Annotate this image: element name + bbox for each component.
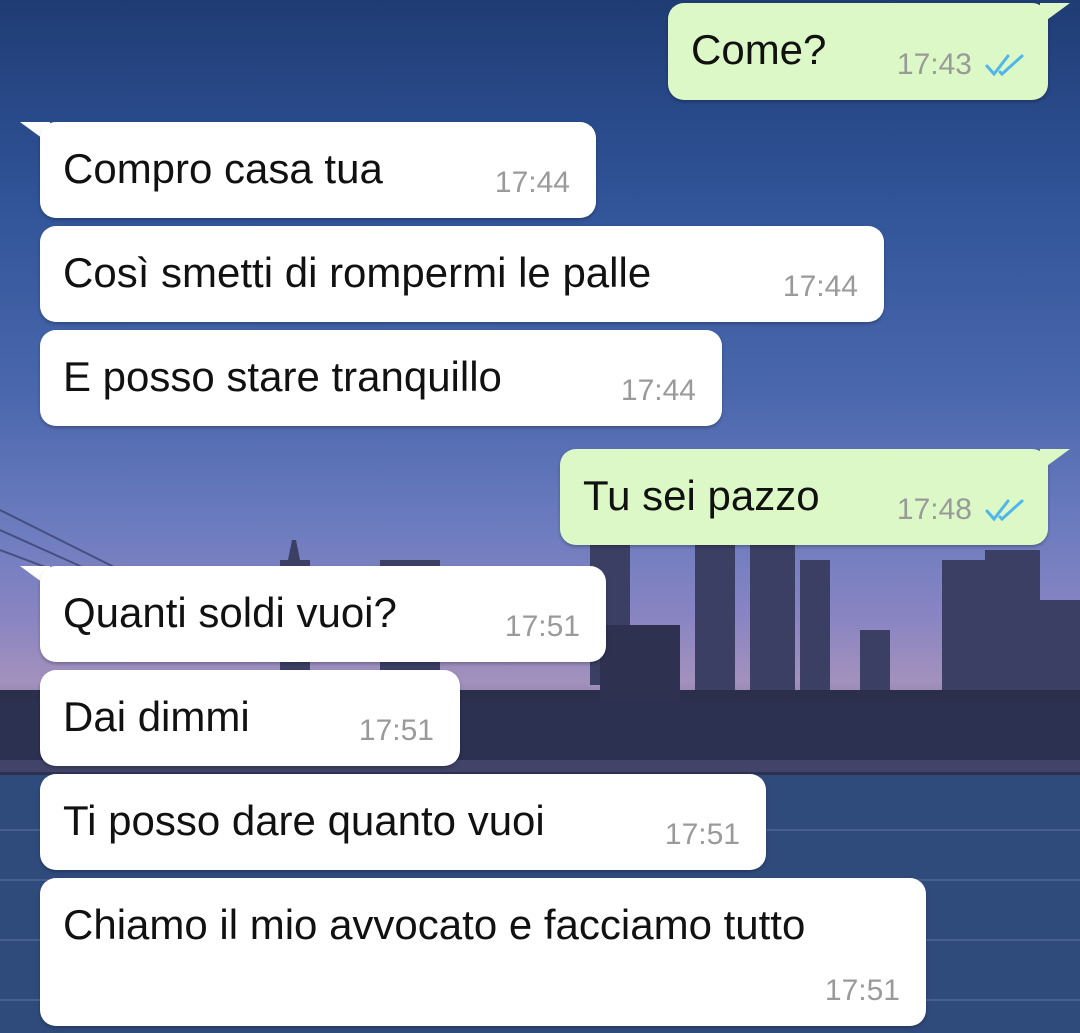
message-timestamp: 17:51 <box>824 974 900 1007</box>
message-text: E posso stare tranquillo <box>63 353 502 400</box>
message-text: Dai dimmi <box>63 693 250 740</box>
message-bubble-incoming[interactable]: Compro casa tua 17:44 <box>40 122 596 218</box>
message-timestamp: 17:51 <box>358 714 434 747</box>
message-timestamp: 17:51 <box>664 818 740 851</box>
message-text: Ti posso dare quanto vuoi <box>63 797 545 844</box>
message-text: Come? <box>691 26 827 73</box>
message-bubble-incoming[interactable]: Ti posso dare quanto vuoi 17:51 <box>40 774 766 870</box>
double-check-icon <box>985 499 1024 522</box>
message-text: Quanti soldi vuoi? <box>63 589 397 636</box>
message-timestamp: 17:44 <box>782 270 858 303</box>
message-bubble-outgoing[interactable]: Tu sei pazzo 17:48 <box>560 449 1048 545</box>
message-timestamp: 17:44 <box>620 374 696 407</box>
message-bubble-incoming[interactable]: Chiamo il mio avvocato e facciamo tutto … <box>40 878 926 1026</box>
message-bubble-outgoing[interactable]: Come? 17:43 <box>668 3 1048 100</box>
message-text: Così smetti di rompermi le palle <box>63 249 652 296</box>
message-text: Chiamo il mio avvocato e facciamo tutto <box>63 901 806 948</box>
bubble-tail <box>1040 449 1070 471</box>
message-bubble-incoming[interactable]: Quanti soldi vuoi? 17:51 <box>40 566 606 662</box>
message-timestamp: 17:48 <box>896 493 972 526</box>
message-bubble-incoming[interactable]: E posso stare tranquillo 17:44 <box>40 330 722 426</box>
message-bubble-incoming[interactable]: Dai dimmi 17:51 <box>40 670 460 766</box>
message-text: Tu sei pazzo <box>583 472 820 519</box>
message-text: Compro casa tua <box>63 145 383 192</box>
double-check-icon <box>985 54 1024 77</box>
message-timestamp: 17:44 <box>494 166 570 199</box>
message-bubble-incoming[interactable]: Così smetti di rompermi le palle 17:44 <box>40 226 884 322</box>
message-timestamp: 17:43 <box>896 48 972 81</box>
bubble-tail <box>1040 3 1070 25</box>
message-timestamp: 17:51 <box>504 610 580 643</box>
